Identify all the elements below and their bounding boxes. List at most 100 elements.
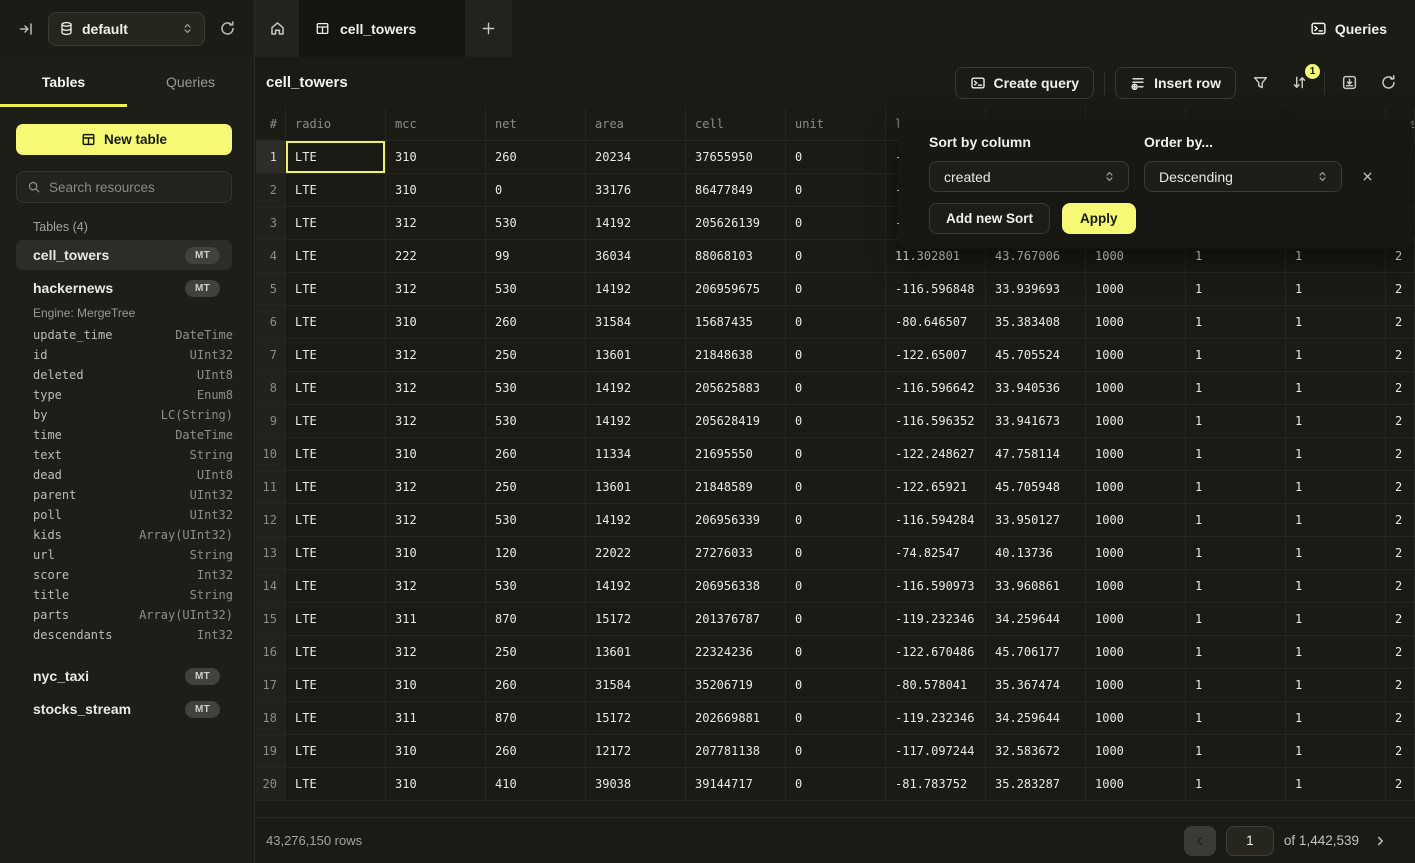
table-cell[interactable]: 206959675 [686,273,786,306]
column-header-unit[interactable]: unit [786,108,886,141]
table-cell[interactable]: LTE [286,636,386,669]
table-cell[interactable]: 250 [486,339,586,372]
table-cell[interactable]: -122.65007 [886,339,986,372]
table-cell[interactable]: -122.65921 [886,471,986,504]
table-cell[interactable]: 1000 [1086,669,1186,702]
column-header-mcc[interactable]: mcc [386,108,486,141]
table-cell[interactable]: 39144717 [686,768,786,801]
table-cell[interactable]: 0 [786,603,886,636]
column-header-#[interactable]: # [256,108,286,141]
table-cell[interactable]: 1000 [1086,438,1186,471]
table-cell[interactable]: 21848638 [686,339,786,372]
table-cell[interactable]: 207781138 [686,735,786,768]
row-number[interactable]: 12 [256,504,286,537]
table-cell[interactable]: 0 [786,768,886,801]
table-cell[interactable]: 1 [1286,537,1386,570]
table-cell[interactable]: -116.596642 [886,372,986,405]
table-cell[interactable]: 14192 [586,207,686,240]
table-cell[interactable]: 312 [386,471,486,504]
table-cell[interactable]: 0 [786,570,886,603]
table-cell[interactable]: 0 [786,240,886,273]
table-cell[interactable]: 120 [486,537,586,570]
table-cell[interactable]: 1 [1286,504,1386,537]
table-cell[interactable]: 15172 [586,603,686,636]
table-cell[interactable]: 310 [386,141,486,174]
refresh-table-button[interactable] [1374,68,1403,97]
table-cell[interactable]: 1000 [1086,768,1186,801]
table-cell[interactable]: LTE [286,471,386,504]
table-cell[interactable]: 205628419 [686,405,786,438]
table-cell[interactable]: 1 [1286,603,1386,636]
sidebar-item-cell-towers[interactable]: cell_towers MT [16,240,232,270]
table-cell[interactable]: 1 [1286,438,1386,471]
table-cell[interactable]: LTE [286,240,386,273]
remove-sort-button[interactable] [1359,168,1376,185]
table-cell[interactable]: 2 [1386,339,1415,372]
table-cell[interactable]: -122.248627 [886,438,986,471]
table-cell[interactable]: 310 [386,735,486,768]
table-cell[interactable]: -74.82547 [886,537,986,570]
table-cell[interactable]: 1000 [1086,537,1186,570]
table-cell[interactable]: LTE [286,339,386,372]
table-cell[interactable]: 33.939693 [986,273,1086,306]
sort-column-select[interactable]: created [929,161,1129,192]
table-cell[interactable]: 13601 [586,339,686,372]
table-cell[interactable]: 22022 [586,537,686,570]
table-cell[interactable]: -122.670486 [886,636,986,669]
table-cell[interactable]: 0 [786,339,886,372]
table-cell[interactable]: 312 [386,207,486,240]
table-cell[interactable]: LTE [286,141,386,174]
table-cell[interactable]: -80.578041 [886,669,986,702]
table-cell[interactable]: 21848589 [686,471,786,504]
table-cell[interactable]: 1 [1286,570,1386,603]
table-cell[interactable]: 206956338 [686,570,786,603]
table-cell[interactable]: 13601 [586,471,686,504]
sort-button[interactable]: 1 [1285,68,1314,97]
table-cell[interactable]: 1 [1286,768,1386,801]
table-cell[interactable]: 530 [486,405,586,438]
table-cell[interactable]: 530 [486,570,586,603]
row-number[interactable]: 20 [256,768,286,801]
add-new-sort-button[interactable]: Add new Sort [929,203,1050,234]
table-cell[interactable]: 311 [386,603,486,636]
apply-sort-button[interactable]: Apply [1062,203,1136,234]
table-cell[interactable]: 0 [786,306,886,339]
table-cell[interactable]: -80.646507 [886,306,986,339]
insert-row-button[interactable]: Insert row [1115,67,1236,99]
table-cell[interactable]: 1000 [1086,339,1186,372]
download-button[interactable] [1335,68,1364,97]
table-cell[interactable]: 1 [1186,372,1286,405]
new-tab-button[interactable] [465,0,512,57]
table-cell[interactable]: 312 [386,405,486,438]
table-cell[interactable]: 310 [386,306,486,339]
filter-button[interactable] [1246,68,1275,97]
table-cell[interactable]: 870 [486,603,586,636]
search-input[interactable] [49,180,226,195]
table-cell[interactable]: 0 [786,141,886,174]
table-cell[interactable]: 250 [486,471,586,504]
table-cell[interactable]: -116.590973 [886,570,986,603]
table-cell[interactable]: 88068103 [686,240,786,273]
row-number[interactable]: 11 [256,471,286,504]
table-cell[interactable]: LTE [286,504,386,537]
table-cell[interactable]: 14192 [586,570,686,603]
table-cell[interactable]: 0 [486,174,586,207]
table-cell[interactable]: 34.259644 [986,603,1086,636]
table-cell[interactable]: 33.941673 [986,405,1086,438]
table-cell[interactable]: LTE [286,537,386,570]
sort-order-select[interactable]: Descending [1144,161,1342,192]
collapse-sidebar-button[interactable] [14,17,38,41]
page-number-input[interactable] [1226,826,1274,856]
column-header-radio[interactable]: radio [286,108,386,141]
table-cell[interactable]: 31584 [586,306,686,339]
table-cell[interactable]: 222 [386,240,486,273]
table-cell[interactable]: LTE [286,603,386,636]
row-number[interactable]: 6 [256,306,286,339]
prev-page-button[interactable] [1184,826,1216,856]
table-cell[interactable]: 11334 [586,438,686,471]
tab-cell-towers[interactable]: cell_towers [299,0,465,57]
column-header-area[interactable]: area [586,108,686,141]
table-cell[interactable]: 1 [1186,636,1286,669]
table-cell[interactable]: 2 [1386,537,1415,570]
table-cell[interactable]: 1000 [1086,372,1186,405]
